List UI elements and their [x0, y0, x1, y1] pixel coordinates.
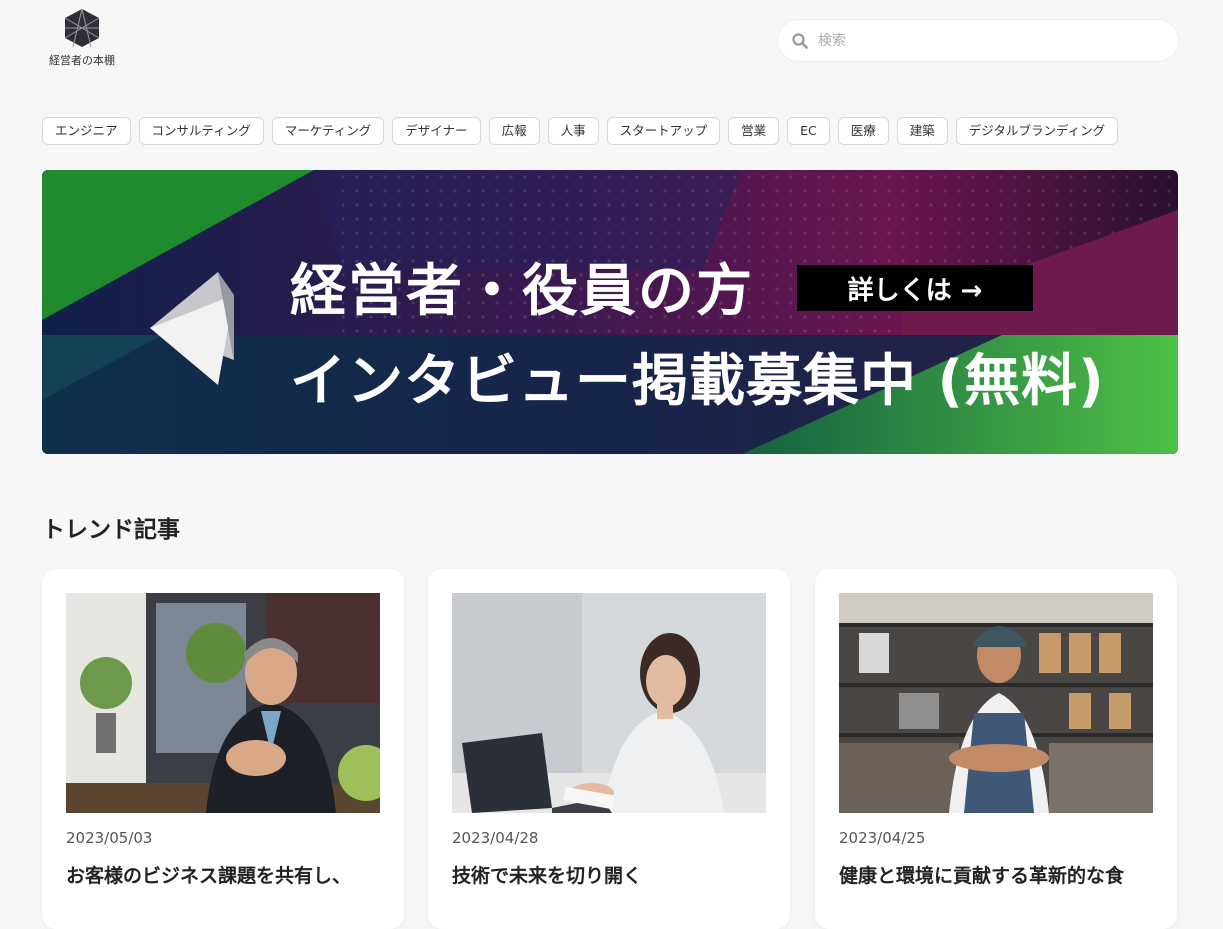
search-box[interactable] [778, 20, 1178, 61]
tag-architecture[interactable]: 建築 [896, 117, 948, 145]
tag-engineer[interactable]: エンジニア [42, 117, 131, 145]
interview-banner[interactable]: 経営者・役員の方 詳しくは → インタビュー掲載募集中 (無料) [42, 170, 1178, 454]
tag-consulting[interactable]: コンサルティング [138, 117, 264, 145]
article-date: 2023/04/25 [839, 829, 926, 847]
tag-medical[interactable]: 医療 [837, 117, 889, 145]
tag-pr[interactable]: 広報 [488, 117, 540, 145]
tag-sales[interactable]: 営業 [728, 117, 780, 145]
article-card[interactable]: 2023/04/25 健康と環境に貢献する革新的な食 [815, 569, 1177, 929]
tag-ec[interactable]: EC [787, 117, 830, 145]
search-icon [792, 32, 808, 49]
logo-text: 経営者の本棚 [49, 54, 115, 67]
article-title[interactable]: 健康と環境に貢献する革新的な食 [839, 861, 1124, 888]
tag-hr[interactable]: 人事 [547, 117, 599, 145]
article-card[interactable]: 2023/05/03 お客様のビジネス課題を共有し、 [42, 569, 404, 929]
banner-subheadline: インタビュー掲載募集中 (無料) [290, 349, 1105, 414]
tag-startup[interactable]: スタートアップ [606, 117, 721, 145]
article-date: 2023/05/03 [66, 829, 153, 847]
site-logo[interactable]: 経営者の本棚 [42, 8, 122, 68]
category-tags: エンジニア コンサルティング マーケティング デザイナー 広報 人事 スタートア… [42, 117, 1119, 145]
article-title[interactable]: 技術で未来を切り開く [452, 861, 642, 888]
article-thumbnail[interactable] [66, 593, 380, 813]
tag-digital-branding[interactable]: デジタルブランディング [955, 117, 1119, 145]
search-input[interactable] [816, 31, 1150, 50]
article-title[interactable]: お客様のビジネス課題を共有し、 [66, 861, 351, 888]
banner-headline: 経営者・役員の方 [290, 259, 754, 324]
article-thumbnail[interactable] [452, 593, 766, 813]
tag-marketing[interactable]: マーケティング [271, 117, 385, 145]
tag-designer[interactable]: デザイナー [392, 117, 481, 145]
article-date: 2023/04/28 [452, 829, 539, 847]
trend-articles-heading: トレンド記事 [42, 517, 180, 543]
article-thumbnail[interactable] [839, 593, 1153, 813]
banner-details-button[interactable]: 詳しくは → [797, 265, 1033, 311]
article-card[interactable]: 2023/04/28 技術で未来を切り開く [428, 569, 790, 929]
logo-icon [64, 8, 100, 48]
